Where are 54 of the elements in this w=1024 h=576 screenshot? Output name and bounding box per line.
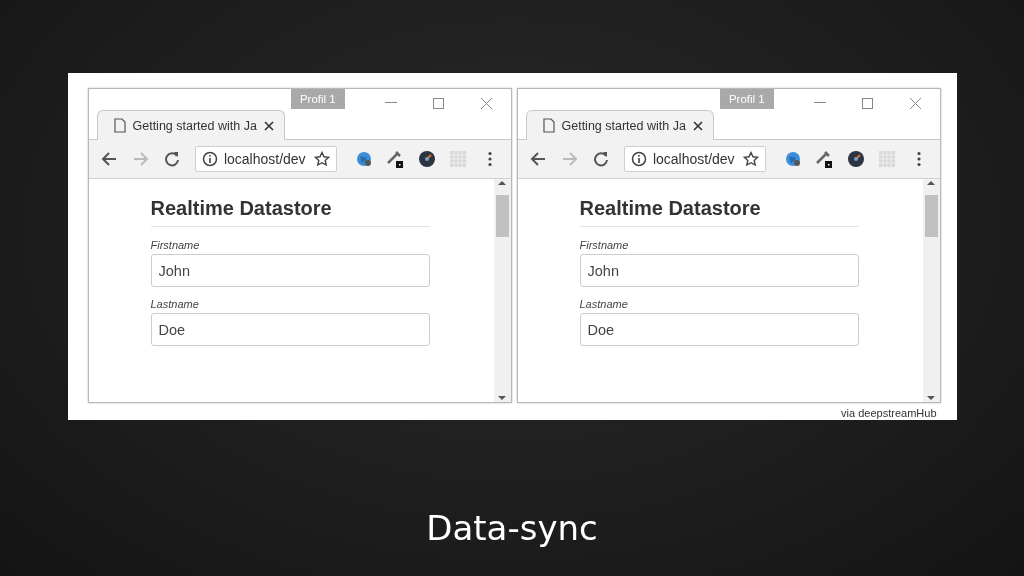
maximize-icon <box>433 97 445 109</box>
input-field[interactable]: John <box>150 254 430 287</box>
field-label: Lastname <box>150 298 200 310</box>
globe-icon <box>354 150 373 168</box>
field-label: Lastname <box>579 298 629 310</box>
page-heading: Realtime Datastore <box>150 197 430 227</box>
tab-title: Getting started with Ja <box>561 118 686 133</box>
info-icon <box>201 151 218 167</box>
eyedropper-icon <box>814 149 835 169</box>
star-icon <box>743 151 760 167</box>
tab-title: Getting started with Ja <box>132 118 257 133</box>
forward-arrow-icon <box>132 151 149 167</box>
scroll-down-icon <box>927 394 935 402</box>
minimize-icon <box>384 102 397 104</box>
grid-icon <box>449 150 468 168</box>
menu-icon <box>916 151 921 167</box>
close-icon <box>692 120 703 131</box>
field-label: Firstname <box>150 239 201 251</box>
scroll-thumb[interactable] <box>924 195 938 237</box>
browser-tab[interactable]: Getting started with Ja <box>525 110 714 140</box>
page-icon <box>542 118 555 133</box>
menu-icon <box>487 151 492 167</box>
minimize-icon <box>813 102 826 104</box>
star-icon <box>314 151 331 167</box>
back-arrow-icon <box>101 151 118 167</box>
close-icon <box>481 97 493 109</box>
input-field[interactable]: Doe <box>150 313 430 346</box>
back-arrow-icon <box>530 151 547 167</box>
slide-title: Data-sync <box>426 508 598 548</box>
close-icon <box>263 120 274 131</box>
maximize-icon <box>862 97 874 109</box>
browser-tab[interactable]: Getting started with Ja <box>96 110 285 140</box>
reload-icon <box>164 151 181 167</box>
input-field[interactable]: John <box>579 254 859 287</box>
address-bar[interactable]: localhost/dev <box>623 146 767 172</box>
eyedropper-icon <box>385 149 406 169</box>
dial-icon <box>417 150 436 168</box>
reload-icon <box>593 151 610 167</box>
forward-arrow-icon <box>561 151 578 167</box>
scroll-down-icon <box>498 394 506 402</box>
scrollbar[interactable] <box>922 179 940 402</box>
page-heading: Realtime Datastore <box>579 197 859 227</box>
page-icon <box>113 118 126 133</box>
scroll-thumb[interactable] <box>495 195 509 237</box>
close-icon <box>910 97 922 109</box>
dial-icon <box>846 150 865 168</box>
grid-icon <box>878 150 897 168</box>
info-icon <box>630 151 647 167</box>
globe-icon <box>783 150 802 168</box>
scrollbar[interactable] <box>493 179 511 402</box>
credit-text: via deepstreamHub <box>841 407 937 419</box>
address-bar[interactable]: localhost/dev <box>194 146 338 172</box>
input-field[interactable]: Doe <box>579 313 859 346</box>
field-label: Firstname <box>579 239 630 251</box>
